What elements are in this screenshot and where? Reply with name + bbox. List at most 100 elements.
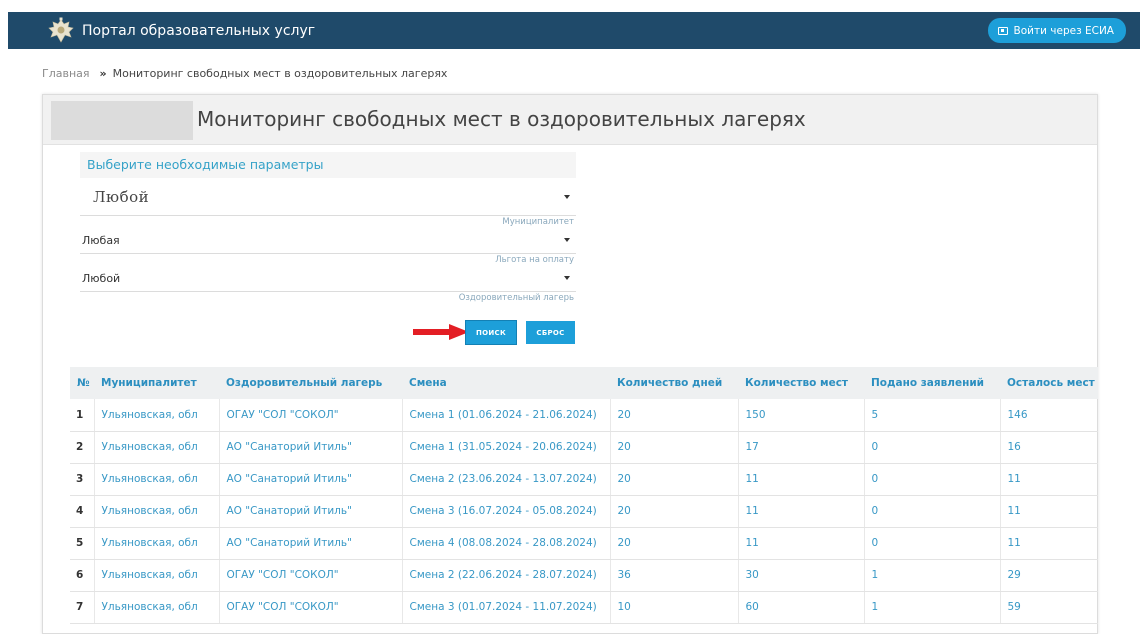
col-shift-cell[interactable]: Смена 1 (01.06.2024 - 21.06.2024) bbox=[401, 399, 610, 432]
breadcrumb: Главная » Мониторинг свободных мест в оз… bbox=[42, 67, 447, 80]
col-applications-cell[interactable]: 1 bbox=[863, 559, 1000, 592]
col-places-cell[interactable]: 150 bbox=[737, 399, 864, 432]
col-days-cell[interactable]: 20 bbox=[609, 495, 738, 528]
col-days-cell[interactable]: 20 bbox=[609, 463, 738, 496]
municipality-label: Муниципалитет bbox=[502, 217, 574, 227]
search-button[interactable]: ПОИСК bbox=[466, 321, 516, 344]
table-row: 2 Ульяновская, обл АО "Санаторий Итиль" Сме… bbox=[70, 431, 1098, 464]
col-camp-cell[interactable]: АО "Санаторий Итиль" bbox=[218, 527, 402, 560]
col-camp-cell[interactable]: ОГАУ "СОЛ "СОКОЛ" bbox=[218, 399, 402, 432]
col-shift-cell[interactable]: Смена 4 (08.08.2024 - 28.08.2024) bbox=[401, 527, 610, 560]
col-camp-header: Оздоровительный лагерь bbox=[219, 367, 402, 399]
col-shift-cell[interactable]: Смена 3 (01.07.2024 - 11.07.2024) bbox=[401, 591, 610, 624]
col-places-cell[interactable]: 11 bbox=[737, 463, 864, 496]
col-days-cell[interactable]: 20 bbox=[609, 527, 738, 560]
portal-brand[interactable]: Портал образовательных услуг bbox=[46, 12, 315, 49]
col-remaining-cell[interactable]: 146 bbox=[999, 399, 1098, 432]
chevron-down-icon bbox=[564, 195, 570, 199]
col-shift-header: Смена bbox=[402, 367, 610, 399]
col-camp-cell[interactable]: АО "Санаторий Итиль" bbox=[218, 463, 402, 496]
col-days-cell[interactable]: 10 bbox=[609, 591, 738, 624]
col-municipality-header: Муниципалитет bbox=[94, 367, 219, 399]
breadcrumb-separator: » bbox=[99, 67, 107, 80]
camp-select[interactable]: Любой bbox=[80, 266, 576, 292]
col-remaining-cell[interactable]: 11 bbox=[999, 527, 1098, 560]
col-municipality-cell[interactable]: Ульяновская, обл bbox=[93, 463, 219, 496]
col-number-cell: 2 bbox=[70, 431, 94, 464]
col-municipality-cell[interactable]: Ульяновская, обл bbox=[93, 495, 219, 528]
col-places-cell[interactable]: 11 bbox=[737, 495, 864, 528]
logo-placeholder bbox=[51, 101, 193, 140]
col-shift-cell[interactable]: Смена 2 (22.06.2024 - 28.07.2024) bbox=[401, 559, 610, 592]
chevron-down-icon bbox=[564, 238, 570, 242]
col-camp-cell[interactable]: АО "Санаторий Итиль" bbox=[218, 431, 402, 464]
municipality-select[interactable]: Любой bbox=[80, 178, 576, 216]
col-number-header: № bbox=[70, 367, 94, 399]
col-camp-cell[interactable]: ОГАУ "СОЛ "СОКОЛ" bbox=[218, 559, 402, 592]
col-remaining-cell[interactable]: 59 bbox=[999, 591, 1098, 624]
col-number-cell: 6 bbox=[70, 559, 94, 592]
col-number-cell: 1 bbox=[70, 399, 94, 432]
col-remaining-cell[interactable]: 11 bbox=[999, 463, 1098, 496]
col-municipality-cell[interactable]: Ульяновская, обл bbox=[93, 431, 219, 464]
chevron-down-icon bbox=[564, 276, 570, 280]
col-number-cell: 3 bbox=[70, 463, 94, 496]
camp-label: Оздоровительный лагерь bbox=[458, 293, 574, 303]
col-municipality-cell[interactable]: Ульяновская, обл bbox=[93, 527, 219, 560]
login-esia-label: Войти через ЕСИА bbox=[1013, 24, 1114, 37]
col-municipality-cell[interactable]: Ульяновская, обл bbox=[93, 591, 219, 624]
red-arrow-annotation bbox=[413, 324, 469, 340]
col-days-cell[interactable]: 36 bbox=[609, 559, 738, 592]
col-camp-cell[interactable]: АО "Санаторий Итиль" bbox=[218, 495, 402, 528]
col-places-header: Количество мест bbox=[738, 367, 864, 399]
col-remaining-cell[interactable]: 16 bbox=[999, 431, 1098, 464]
municipality-value: Любой bbox=[93, 187, 150, 206]
col-days-cell[interactable]: 20 bbox=[609, 431, 738, 464]
col-remaining-header: Осталось мест bbox=[1000, 367, 1098, 399]
col-applications-cell[interactable]: 0 bbox=[863, 495, 1000, 528]
reset-button[interactable]: СБРОС bbox=[526, 321, 575, 344]
col-number-cell: 7 bbox=[70, 591, 94, 624]
table-header-row: № Муниципалитет Оздоровительный лагерь Смен… bbox=[70, 367, 1098, 399]
col-municipality-cell[interactable]: Ульяновская, обл bbox=[93, 399, 219, 432]
main-panel: Мониторинг свободных мест в оздоровитель… bbox=[42, 94, 1098, 634]
login-esia-button[interactable]: Войти через ЕСИА bbox=[987, 18, 1126, 43]
col-number-cell: 5 bbox=[70, 527, 94, 560]
col-number-cell: 4 bbox=[70, 495, 94, 528]
col-applications-cell[interactable]: 0 bbox=[863, 527, 1000, 560]
filter-form: Выберите необходимые параметры Любой Мун… bbox=[80, 152, 576, 304]
table-row: 4 Ульяновская, обл АО "Санаторий Итиль" Сме… bbox=[70, 495, 1098, 528]
page-title: Мониторинг свободных мест в оздоровитель… bbox=[197, 107, 806, 131]
panel-header: Мониторинг свободных мест в оздоровитель… bbox=[43, 95, 1097, 145]
breadcrumb-current: Мониторинг свободных мест в оздоровитель… bbox=[112, 67, 448, 80]
col-camp-cell[interactable]: ОГАУ "СОЛ "СОКОЛ" bbox=[218, 591, 402, 624]
col-applications-cell[interactable]: 0 bbox=[863, 463, 1000, 496]
col-places-cell[interactable]: 30 bbox=[737, 559, 864, 592]
col-places-cell[interactable]: 17 bbox=[737, 431, 864, 464]
col-applications-cell[interactable]: 5 bbox=[863, 399, 1000, 432]
col-applications-header: Подано заявлений bbox=[864, 367, 1000, 399]
table-row: 5 Ульяновская, обл АО "Санаторий Итиль" Сме… bbox=[70, 527, 1098, 560]
col-shift-cell[interactable]: Смена 3 (16.07.2024 - 05.08.2024) bbox=[401, 495, 610, 528]
payment-benefit-select[interactable]: Любая bbox=[80, 228, 576, 254]
col-remaining-cell[interactable]: 29 bbox=[999, 559, 1098, 592]
top-navbar: Портал образовательных услуг Войти через… bbox=[8, 12, 1140, 49]
col-days-cell[interactable]: 20 bbox=[609, 399, 738, 432]
payment-benefit-value: Любая bbox=[82, 234, 120, 247]
table-row: 1 Ульяновская, обл ОГАУ "СОЛ "СОКОЛ" Смена … bbox=[70, 399, 1098, 432]
col-shift-cell[interactable]: Смена 1 (31.05.2024 - 20.06.2024) bbox=[401, 431, 610, 464]
col-remaining-cell[interactable]: 11 bbox=[999, 495, 1098, 528]
col-places-cell[interactable]: 11 bbox=[737, 527, 864, 560]
col-places-cell[interactable]: 60 bbox=[737, 591, 864, 624]
col-municipality-cell[interactable]: Ульяновская, обл bbox=[93, 559, 219, 592]
payment-benefit-label: Льгота на оплату bbox=[495, 255, 574, 265]
col-applications-cell[interactable]: 0 bbox=[863, 431, 1000, 464]
breadcrumb-home-link[interactable]: Главная bbox=[42, 67, 90, 80]
id-card-icon bbox=[997, 26, 1008, 35]
camp-value: Любой bbox=[82, 272, 121, 285]
col-shift-cell[interactable]: Смена 2 (23.06.2024 - 13.07.2024) bbox=[401, 463, 610, 496]
coat-of-arms-icon bbox=[48, 17, 74, 43]
col-applications-cell[interactable]: 1 bbox=[863, 591, 1000, 624]
results-table: № Муниципалитет Оздоровительный лагерь Смен… bbox=[70, 367, 1098, 624]
portal-title: Портал образовательных услуг bbox=[82, 22, 316, 39]
